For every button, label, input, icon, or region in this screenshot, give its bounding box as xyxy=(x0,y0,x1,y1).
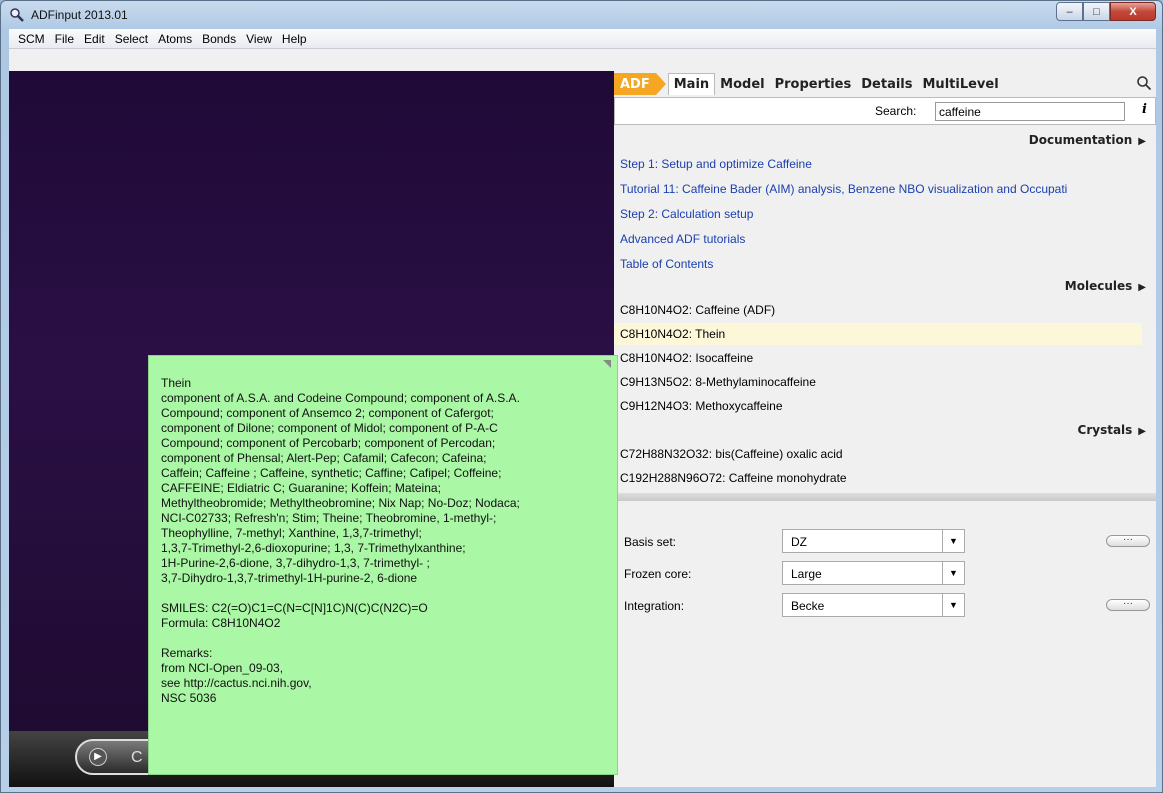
frozen-core-value: Large xyxy=(791,567,822,581)
title-bar: ADFinput 2013.01 – □ X xyxy=(1,1,1162,29)
molecule-item[interactable]: C8H10N4O2: Thein xyxy=(620,327,725,341)
documentation-header[interactable]: Documentation ▶ xyxy=(1029,133,1146,147)
molecule-item[interactable]: C9H12N4O3: Methoxycaffeine xyxy=(620,399,783,413)
expand-arrow-icon: ▶ xyxy=(1138,136,1146,147)
search-input[interactable] xyxy=(935,102,1125,121)
tab-bar: ADF Main Model Properties Details MultiL… xyxy=(614,71,1156,97)
menu-scm[interactable]: SCM xyxy=(18,32,45,46)
dropdown-arrow-icon[interactable]: ▼ xyxy=(942,594,964,616)
menu-edit[interactable]: Edit xyxy=(84,32,105,46)
right-panel: ADF Main Model Properties Details MultiL… xyxy=(614,71,1156,787)
menu-atoms[interactable]: Atoms xyxy=(158,32,192,46)
tab-main[interactable]: Main xyxy=(667,73,716,95)
basis-set-select[interactable]: DZ ▼ xyxy=(782,529,965,553)
menu-bonds[interactable]: Bonds xyxy=(202,32,236,46)
doc-link[interactable]: Advanced ADF tutorials xyxy=(620,232,745,246)
tooltip-text: Thein component of A.S.A. and Codeine Co… xyxy=(161,376,520,705)
expand-arrow-icon: ▶ xyxy=(1138,426,1146,437)
menu-view[interactable]: View xyxy=(246,32,272,46)
doc-link[interactable]: Table of Contents xyxy=(620,257,713,271)
window-title: ADFinput 2013.01 xyxy=(31,8,128,22)
basis-set-more-button[interactable]: ··· xyxy=(1106,535,1150,547)
search-results: Documentation ▶ Step 1: Setup and optimiz… xyxy=(614,127,1156,493)
doc-link[interactable]: Tutorial 11: Caffeine Bader (AIM) analys… xyxy=(620,182,1067,196)
doc-link[interactable]: Step 1: Setup and optimize Caffeine xyxy=(620,157,812,171)
frozen-core-label: Frozen core: xyxy=(624,567,692,581)
doc-link[interactable]: Step 2: Calculation setup xyxy=(620,207,753,221)
tab-multilevel[interactable]: MultiLevel xyxy=(918,73,1004,95)
basis-set-label: Basis set: xyxy=(624,535,677,549)
integration-select[interactable]: Becke ▼ xyxy=(782,593,965,617)
app-window: ADFinput 2013.01 – □ X SCM File Edit Sel… xyxy=(0,0,1163,793)
cursor-icon[interactable]: ▶ xyxy=(89,748,107,766)
crystal-item[interactable]: C72H88N32O32: bis(Caffeine) oxalic acid xyxy=(620,447,843,461)
tab-adf[interactable]: ADF xyxy=(614,73,666,95)
expand-arrow-icon: ▶ xyxy=(1138,282,1146,293)
dropdown-arrow-icon[interactable]: ▼ xyxy=(942,530,964,552)
basis-set-value: DZ xyxy=(791,535,807,549)
tab-model[interactable]: Model xyxy=(715,73,769,95)
crystal-item[interactable]: C192H288N96O72: Caffeine monohydrate xyxy=(620,471,847,485)
molecule-item[interactable]: C8H10N4O2: Caffeine (ADF) xyxy=(620,303,775,317)
tab-properties[interactable]: Properties xyxy=(770,73,857,95)
integration-value: Becke xyxy=(791,599,825,613)
menu-file[interactable]: File xyxy=(55,32,74,46)
integration-label: Integration: xyxy=(624,599,685,613)
molecule-tooltip: Thein component of A.S.A. and Codeine Co… xyxy=(148,355,618,775)
maximize-button[interactable]: □ xyxy=(1083,2,1110,21)
pill-label: C xyxy=(131,749,143,766)
magnifier-app-icon xyxy=(10,8,24,22)
parameters-panel: Basis set: DZ ▼ ··· Frozen core: Large ▼… xyxy=(614,501,1156,787)
info-icon[interactable]: i xyxy=(1142,102,1147,117)
integration-more-button[interactable]: ··· xyxy=(1106,599,1150,611)
close-button[interactable]: X xyxy=(1110,2,1156,21)
menu-bar: SCM File Edit Select Atoms Bonds View He… xyxy=(9,29,1156,49)
minimize-button[interactable]: – xyxy=(1056,2,1083,21)
tooltip-corner-icon xyxy=(603,360,611,368)
molecule-item[interactable]: C9H13N5O2: 8-Methylaminocaffeine xyxy=(620,375,816,389)
crystals-header[interactable]: Crystals ▶ xyxy=(1078,423,1146,437)
frozen-core-select[interactable]: Large ▼ xyxy=(782,561,965,585)
search-label: Search: xyxy=(875,104,917,118)
molecules-header[interactable]: Molecules ▶ xyxy=(1065,279,1146,293)
dropdown-arrow-icon[interactable]: ▼ xyxy=(942,562,964,584)
menu-help[interactable]: Help xyxy=(282,32,307,46)
molecule-item[interactable]: C8H10N4O2: Isocaffeine xyxy=(620,351,753,365)
search-row: Search: i xyxy=(614,97,1156,125)
search-icon[interactable] xyxy=(1136,75,1152,91)
panel-splitter[interactable] xyxy=(614,493,1156,501)
menu-select[interactable]: Select xyxy=(115,32,148,46)
tab-details[interactable]: Details xyxy=(856,73,917,95)
